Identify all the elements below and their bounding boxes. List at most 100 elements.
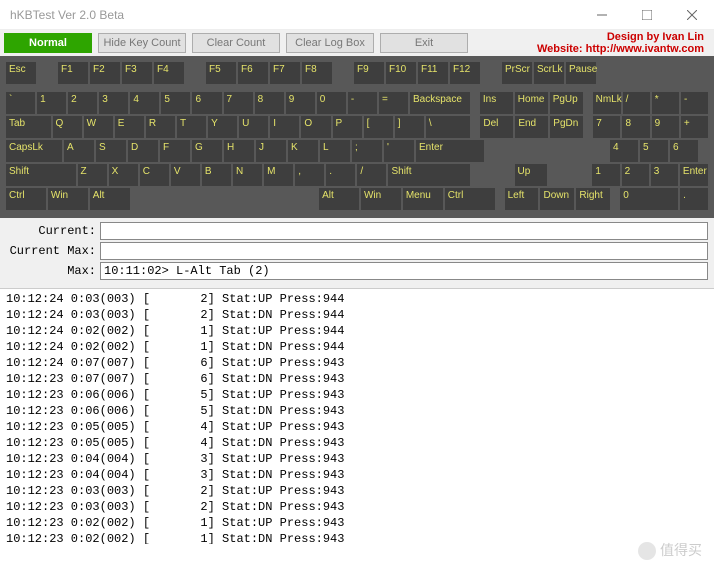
key-left[interactable]: Left bbox=[505, 188, 539, 210]
clear-log-button[interactable]: Clear Log Box bbox=[286, 33, 374, 53]
key-prscr[interactable]: PrScr bbox=[502, 62, 532, 84]
key-6[interactable]: 6 bbox=[670, 140, 698, 162]
key-k[interactable]: K bbox=[288, 140, 318, 162]
normal-button[interactable]: Normal bbox=[4, 33, 92, 53]
key-home[interactable]: Home bbox=[515, 92, 548, 114]
exit-button[interactable]: Exit bbox=[380, 33, 468, 53]
key-[interactable]: [ bbox=[364, 116, 393, 138]
key-pgdn[interactable]: PgDn bbox=[550, 116, 583, 138]
key-down[interactable]: Down bbox=[540, 188, 574, 210]
key-enter[interactable]: Enter bbox=[416, 140, 484, 162]
key-u[interactable]: U bbox=[239, 116, 268, 138]
key-0[interactable]: 0 bbox=[317, 92, 346, 114]
key-f7[interactable]: F7 bbox=[270, 62, 300, 84]
key-2[interactable]: 2 bbox=[68, 92, 97, 114]
key-nmlk[interactable]: NmLk bbox=[593, 92, 621, 114]
key-tab[interactable]: Tab bbox=[6, 116, 51, 138]
key-6[interactable]: 6 bbox=[192, 92, 221, 114]
key-x[interactable]: X bbox=[109, 164, 138, 186]
key-a[interactable]: A bbox=[64, 140, 94, 162]
key-f11[interactable]: F11 bbox=[418, 62, 448, 84]
key-l[interactable]: L bbox=[320, 140, 350, 162]
key-9[interactable]: 9 bbox=[286, 92, 315, 114]
key-[interactable]: ` bbox=[6, 92, 35, 114]
key-q[interactable]: Q bbox=[53, 116, 82, 138]
key-e[interactable]: E bbox=[115, 116, 144, 138]
maximize-button[interactable] bbox=[624, 0, 669, 30]
key-5[interactable]: 5 bbox=[161, 92, 190, 114]
key-up[interactable]: Up bbox=[515, 164, 548, 186]
key-[interactable]: / bbox=[623, 92, 650, 114]
key-j[interactable]: J bbox=[256, 140, 286, 162]
key-f5[interactable]: F5 bbox=[206, 62, 236, 84]
key-g[interactable]: G bbox=[192, 140, 222, 162]
key-8[interactable]: 8 bbox=[622, 116, 649, 138]
key-pause[interactable]: Pause bbox=[566, 62, 596, 84]
key-5[interactable]: 5 bbox=[640, 140, 668, 162]
key-v[interactable]: V bbox=[171, 164, 200, 186]
key-w[interactable]: W bbox=[84, 116, 113, 138]
key-2[interactable]: 2 bbox=[622, 164, 649, 186]
key-8[interactable]: 8 bbox=[255, 92, 284, 114]
key-f12[interactable]: F12 bbox=[450, 62, 480, 84]
key-4[interactable]: 4 bbox=[610, 140, 638, 162]
key-right[interactable]: Right bbox=[576, 188, 610, 210]
close-button[interactable] bbox=[669, 0, 714, 30]
key-enter[interactable]: Enter bbox=[680, 164, 708, 186]
key-m[interactable]: M bbox=[264, 164, 293, 186]
key-alt[interactable]: Alt bbox=[319, 188, 359, 210]
key-ins[interactable]: Ins bbox=[480, 92, 513, 114]
key-c[interactable]: C bbox=[140, 164, 169, 186]
key-backspace[interactable]: Backspace bbox=[410, 92, 470, 114]
key-f2[interactable]: F2 bbox=[90, 62, 120, 84]
key-f[interactable]: F bbox=[160, 140, 190, 162]
key-t[interactable]: T bbox=[177, 116, 206, 138]
key-7[interactable]: 7 bbox=[593, 116, 620, 138]
key-[interactable]: , bbox=[295, 164, 324, 186]
key-[interactable]: . bbox=[680, 188, 708, 210]
key-[interactable]: - bbox=[681, 92, 708, 114]
key-b[interactable]: B bbox=[202, 164, 231, 186]
key-shift[interactable]: Shift bbox=[388, 164, 469, 186]
key-f6[interactable]: F6 bbox=[238, 62, 268, 84]
key-p[interactable]: P bbox=[333, 116, 362, 138]
key-i[interactable]: I bbox=[270, 116, 299, 138]
key-[interactable]: ' bbox=[384, 140, 414, 162]
key-n[interactable]: N bbox=[233, 164, 262, 186]
key-[interactable]: / bbox=[357, 164, 386, 186]
key-1[interactable]: 1 bbox=[37, 92, 66, 114]
key-esc[interactable]: Esc bbox=[6, 62, 36, 84]
key-r[interactable]: R bbox=[146, 116, 175, 138]
key-7[interactable]: 7 bbox=[224, 92, 253, 114]
key-f9[interactable]: F9 bbox=[354, 62, 384, 84]
key-[interactable]: ] bbox=[395, 116, 424, 138]
key-pgup[interactable]: PgUp bbox=[550, 92, 583, 114]
key-menu[interactable]: Menu bbox=[403, 188, 443, 210]
key-f3[interactable]: F3 bbox=[122, 62, 152, 84]
key-[interactable]: \ bbox=[426, 116, 471, 138]
key-f8[interactable]: F8 bbox=[302, 62, 332, 84]
key-shift[interactable]: Shift bbox=[6, 164, 76, 186]
key-s[interactable]: S bbox=[96, 140, 126, 162]
key-f1[interactable]: F1 bbox=[58, 62, 88, 84]
key-[interactable]: ; bbox=[352, 140, 382, 162]
key-alt[interactable]: Alt bbox=[90, 188, 130, 210]
key-[interactable]: = bbox=[379, 92, 408, 114]
key-win[interactable]: Win bbox=[361, 188, 401, 210]
clear-count-button[interactable]: Clear Count bbox=[192, 33, 280, 53]
key-win[interactable]: Win bbox=[48, 188, 88, 210]
key-1[interactable]: 1 bbox=[592, 164, 619, 186]
minimize-button[interactable] bbox=[579, 0, 624, 30]
key-0[interactable]: 0 bbox=[620, 188, 678, 210]
key-[interactable]: - bbox=[348, 92, 377, 114]
currentmax-input[interactable] bbox=[100, 242, 708, 260]
key-3[interactable]: 3 bbox=[99, 92, 128, 114]
key-del[interactable]: Del bbox=[480, 116, 513, 138]
key-9[interactable]: 9 bbox=[652, 116, 679, 138]
key-h[interactable]: H bbox=[224, 140, 254, 162]
key-y[interactable]: Y bbox=[208, 116, 237, 138]
key-3[interactable]: 3 bbox=[651, 164, 678, 186]
key-ctrl[interactable]: Ctrl bbox=[445, 188, 495, 210]
key-4[interactable]: 4 bbox=[130, 92, 159, 114]
key-capslk[interactable]: CapsLk bbox=[6, 140, 62, 162]
